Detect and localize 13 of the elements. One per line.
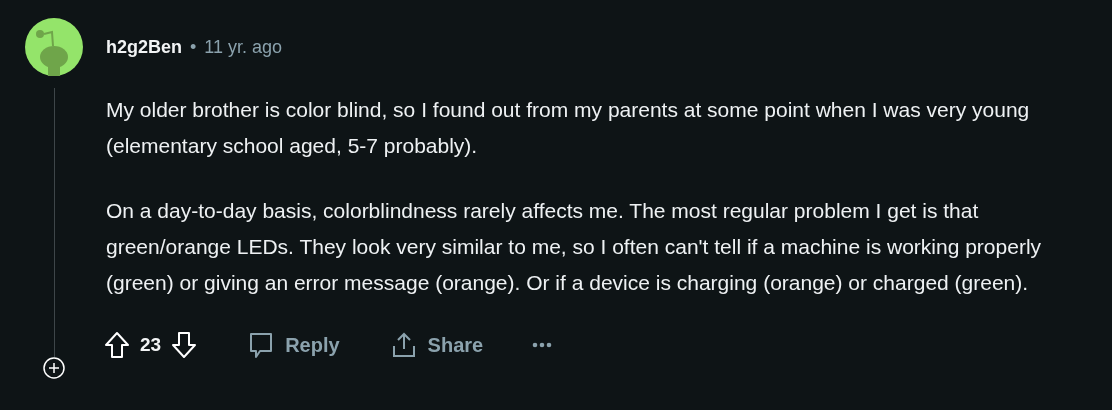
more-options-icon[interactable]	[531, 341, 554, 349]
vote-count: 23	[140, 334, 162, 356]
comment-paragraph: My older brother is color blind, so I found out from my parents at some point when I was very young (elementary school aged, 5-7 probably).	[106, 97, 1031, 159]
comment-paragraph: On a day-to-day basis, colorblindness rarely affects me. The most regular problem I get is that green/orange LEDs. They look very similar to me, so I often can't tell if a machine is working properly (green) or giving an error message (orange). Or if a device is charging (orange) or charged (green).	[106, 198, 1043, 296]
upvote-icon[interactable]	[104, 331, 130, 359]
downvote-icon[interactable]	[171, 331, 198, 359]
expand-icon[interactable]	[43, 357, 65, 379]
separator: •	[190, 36, 197, 58]
share-button[interactable]: Share	[381, 325, 492, 365]
avatar-icon	[25, 18, 83, 76]
timestamp: 11 yr. ago	[204, 36, 283, 58]
author-name[interactable]: h2g2Ben	[106, 36, 183, 58]
reply-button[interactable]: Reply	[239, 325, 348, 365]
